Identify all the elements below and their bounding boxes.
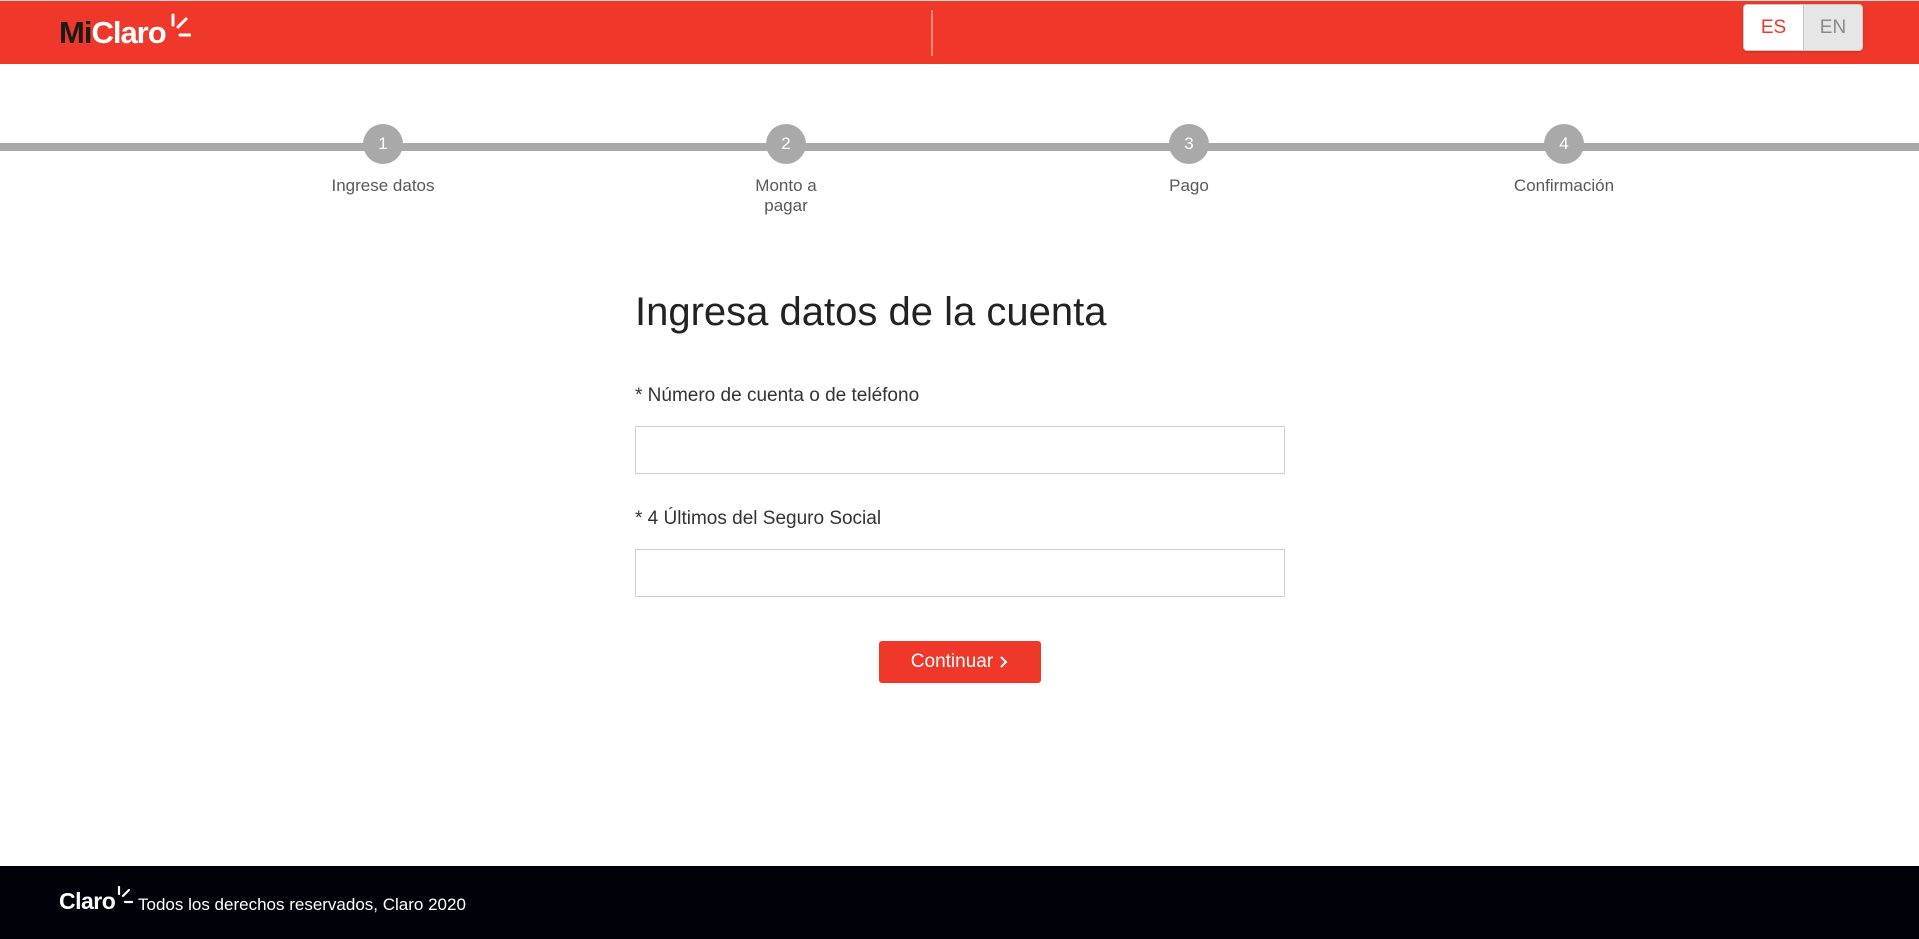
step-monto-a-pagar: 2 Monto a pagar	[706, 124, 866, 216]
step-label: Ingrese datos	[331, 176, 435, 195]
page-title: Ingresa datos de la cuenta	[635, 290, 1107, 334]
header-divider	[931, 10, 933, 56]
step-label: Confirmación	[1513, 176, 1615, 195]
step-label: Pago	[1169, 176, 1209, 195]
language-en-button[interactable]: EN	[1803, 5, 1862, 50]
step-number: 4	[1544, 124, 1584, 164]
claro-spark-icon	[118, 886, 134, 904]
top-header: Mi Claro ES EN	[0, 0, 1919, 64]
chevron-right-icon	[1000, 656, 1008, 668]
footer-logo-text: Claro	[59, 888, 116, 914]
step-number: 2	[766, 124, 806, 164]
progress-stepper: 1 Ingrese datos 2 Monto a pagar 3 Pago 4…	[0, 120, 1919, 220]
ssn-last4-label: * 4 Últimos del Seguro Social	[635, 508, 882, 529]
continue-button-label: Continuar	[910, 651, 994, 672]
account-number-input[interactable]	[635, 426, 1285, 474]
step-ingrese-datos: 1 Ingrese datos	[303, 124, 463, 196]
footer-copyright: Todos los derechos reservados, Claro 202…	[138, 895, 466, 914]
continue-button-wrap: Continuar	[635, 641, 1285, 683]
logo-claro-text: Claro	[91, 15, 166, 50]
language-switcher: ES EN	[1743, 4, 1863, 51]
step-number: 3	[1169, 124, 1209, 164]
account-number-label: * Número de cuenta o de teléfono	[635, 385, 920, 406]
account-form: Ingresa datos de la cuenta * Número de c…	[635, 282, 1285, 683]
step-label: Monto a pagar	[755, 176, 817, 215]
language-es-button[interactable]: ES	[1744, 5, 1803, 50]
step-pago: 3 Pago	[1109, 124, 1269, 196]
claro-spark-icon	[171, 13, 191, 37]
step-confirmacion: 4 Confirmación	[1484, 124, 1644, 196]
continue-button[interactable]: Continuar	[879, 641, 1041, 683]
ssn-last4-input[interactable]	[635, 549, 1285, 597]
step-number: 1	[363, 124, 403, 164]
miclaro-logo[interactable]: Mi Claro	[59, 13, 191, 53]
logo-mi-text: Mi	[59, 15, 92, 50]
claro-footer-logo: Claro	[59, 886, 134, 916]
